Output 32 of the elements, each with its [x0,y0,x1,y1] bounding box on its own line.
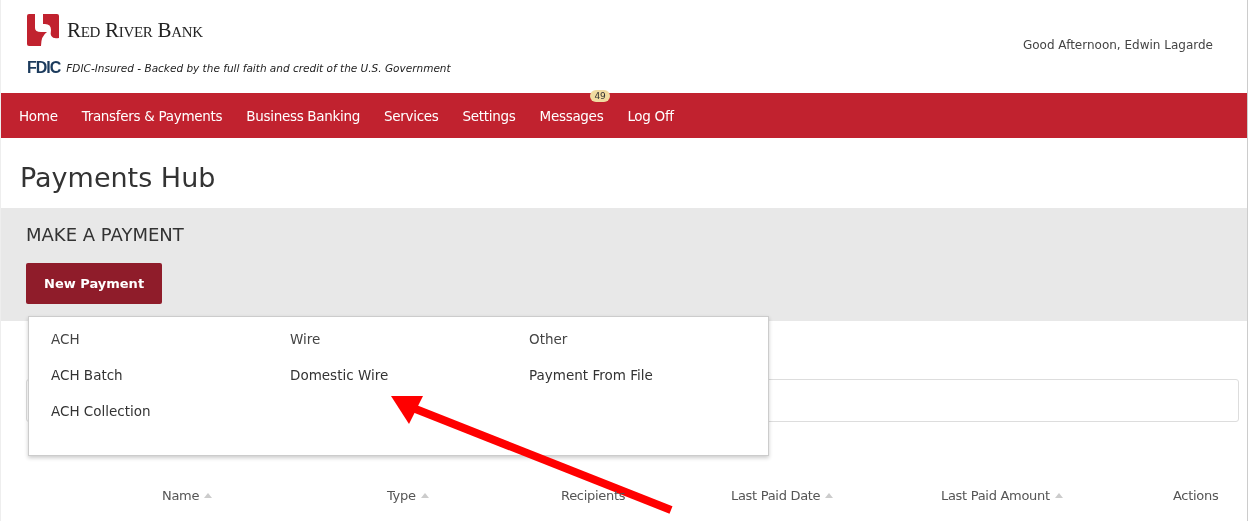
menu-item[interactable]: ACH Batch [51,367,290,383]
message-count-badge: 49 [589,89,611,102]
nav-link[interactable]: Log Off [627,107,674,124]
column-header[interactable]: Actions [1173,484,1219,506]
column-header[interactable]: Name [162,484,387,506]
new-payment-button[interactable]: New Payment [26,263,163,304]
sort-icon [204,492,213,498]
menu-group-heading: Other [529,331,569,347]
nav-link[interactable]: Services [384,107,439,124]
column-header[interactable]: Last Paid Amount [941,484,1173,506]
page-title: Payments Hub [19,161,217,195]
column-header[interactable]: Type [387,484,561,506]
bank-name: Red River Bank [67,17,203,43]
greeting-text: Good Afternoon, Edwin Lagarde [1022,38,1213,52]
section-title: MAKE A PAYMENT [26,224,185,245]
bank-logo-icon [27,14,59,46]
column-header[interactable]: Last Paid Date [731,484,941,506]
menu-item[interactable]: Payment From File [529,367,768,383]
menu-item[interactable]: ACH Collection [51,403,290,419]
fdic-logo: FDIC [27,59,61,77]
nav-link[interactable]: Home [19,107,58,124]
sort-icon [1054,492,1063,498]
sort-icon [825,492,834,498]
menu-group-heading: ACH [51,331,81,347]
menu-item[interactable]: Domestic Wire [290,367,529,383]
menu-group-heading: Wire [290,331,322,347]
nav-link[interactable]: Business Banking [246,107,361,124]
sort-icon [420,492,429,498]
fdic-notice: FDIC-Insured - Backed by the full faith and credit of the U.S. Government [66,62,451,74]
nav-link[interactable]: Transfers & Payments [81,107,223,124]
column-header[interactable]: Recipients [561,484,731,506]
nav-link[interactable]: Settings [462,107,516,124]
